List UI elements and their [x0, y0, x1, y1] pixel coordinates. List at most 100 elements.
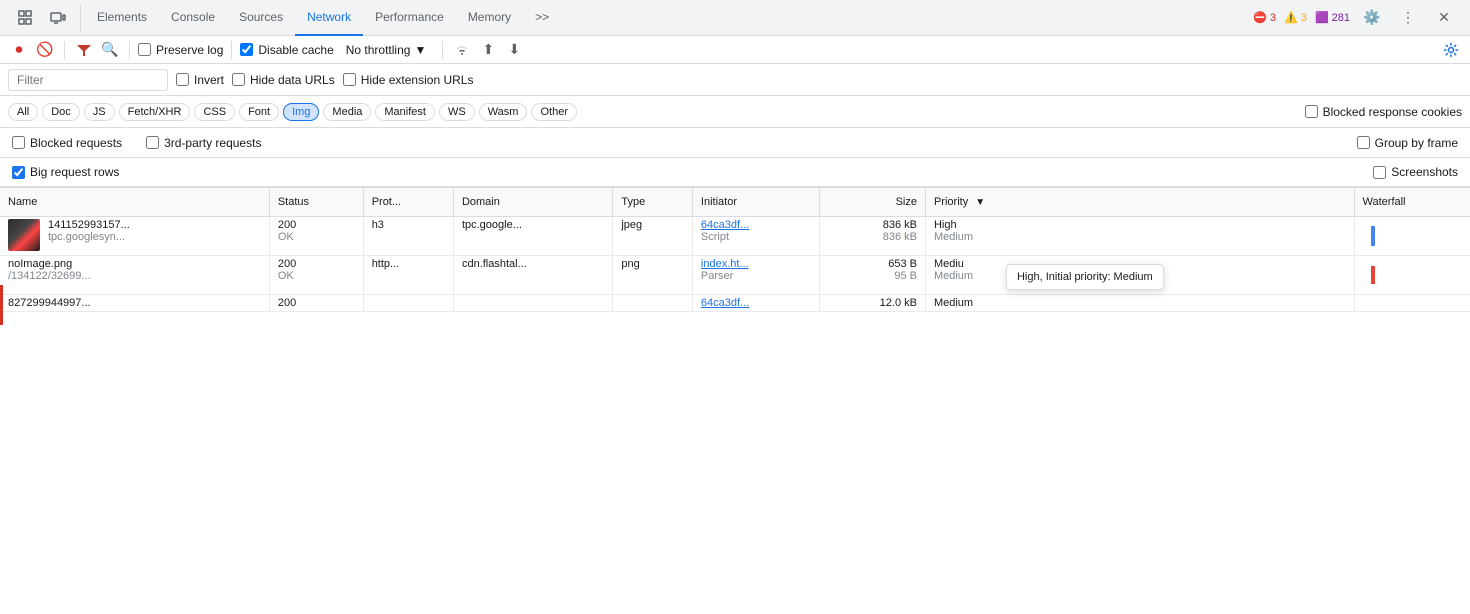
name-main: 141152993157... — [48, 219, 130, 231]
download-icon[interactable]: ⬇ — [503, 39, 525, 61]
big-request-rows-checkbox[interactable]: Big request rows — [12, 165, 119, 179]
table-row[interactable]: noImage.png/134122/32699...200OKhttp...c… — [0, 255, 1470, 294]
throttle-dropdown-icon: ▼ — [414, 43, 426, 57]
tab-console[interactable]: Console — [159, 0, 227, 36]
col-status[interactable]: Status — [269, 188, 363, 216]
type-cell-0: jpeg — [613, 216, 693, 255]
domain-value: cdn.flashtal... — [462, 258, 527, 270]
name-cell-0: 141152993157...tpc.googlesyn... — [0, 216, 269, 255]
size-sub: 836 kB — [828, 231, 917, 243]
inspect-icon[interactable] — [12, 4, 40, 32]
col-domain[interactable]: Domain — [453, 188, 612, 216]
col-name[interactable]: Name — [0, 188, 269, 216]
tab-bar: Elements Console Sources Network Perform… — [0, 0, 1470, 36]
invert-input[interactable] — [176, 73, 189, 86]
tab-network[interactable]: Network — [295, 0, 363, 36]
status-code: 200 — [278, 258, 355, 270]
settings-gear-icon[interactable] — [1440, 39, 1462, 61]
filter-btn-fetchxhr[interactable]: Fetch/XHR — [119, 103, 191, 121]
tab-more[interactable]: >> — [523, 0, 561, 36]
waterfall-cell-2 — [1354, 294, 1470, 311]
size-cell-2: 12.0 kB — [820, 294, 926, 311]
filter-btn-doc[interactable]: Doc — [42, 103, 80, 121]
col-priority[interactable]: Priority ▼ — [925, 188, 1354, 216]
invert-checkbox[interactable]: Invert — [176, 73, 224, 87]
initiator-link[interactable]: 64ca3df... — [701, 297, 811, 309]
search-button[interactable]: 🔍 — [99, 39, 121, 61]
blocked-cookies-input[interactable] — [1305, 105, 1318, 118]
clear-button[interactable]: 🚫 — [34, 39, 56, 61]
table-row[interactable]: 827299944997...20064ca3df...12.0 kBMediu… — [0, 294, 1470, 311]
blocked-requests-checkbox[interactable]: Blocked requests — [12, 136, 122, 150]
hide-data-urls-input[interactable] — [232, 73, 245, 86]
hide-ext-urls-checkbox[interactable]: Hide extension URLs — [343, 73, 474, 87]
name-main: 827299944997... — [8, 297, 91, 309]
hide-data-urls-checkbox[interactable]: Hide data URLs — [232, 73, 335, 87]
tab-performance[interactable]: Performance — [363, 0, 456, 36]
initiator-link[interactable]: 64ca3df... — [701, 219, 811, 231]
disable-cache-input[interactable] — [240, 43, 253, 56]
table-header-row: Name Status Prot... Domain Type Initiato… — [0, 188, 1470, 216]
initiator-link[interactable]: index.ht... — [701, 258, 811, 270]
tab-sources[interactable]: Sources — [227, 0, 295, 36]
tab-bar-right: ⛔ 3 ⚠️ 3 🟪 281 ⚙️ ⋮ ✕ — [1253, 4, 1466, 32]
error-red-icon: ⛔ — [1253, 11, 1267, 24]
options-row-2: Big request rows Screenshots — [0, 158, 1470, 188]
big-request-rows-input[interactable] — [12, 166, 25, 179]
tab-elements[interactable]: Elements — [85, 0, 159, 36]
col-initiator[interactable]: Initiator — [692, 188, 819, 216]
domain-cell-2 — [453, 294, 612, 311]
filter-btn-font[interactable]: Font — [239, 103, 279, 121]
blocked-requests-input[interactable] — [12, 136, 25, 149]
col-type[interactable]: Type — [613, 188, 693, 216]
throttle-select[interactable]: No throttling ▼ — [338, 41, 435, 59]
filter-btn-other[interactable]: Other — [531, 103, 577, 121]
waterfall-cell-0 — [1354, 216, 1470, 255]
table-row[interactable]: 141152993157...tpc.googlesyn...200OKh3tp… — [0, 216, 1470, 255]
settings-icon[interactable]: ⚙️ — [1358, 4, 1386, 32]
filter-btn-wasm[interactable]: Wasm — [479, 103, 528, 121]
initiator-cell-1[interactable]: index.ht...Parser — [692, 255, 819, 294]
filter-btn-all[interactable]: All — [8, 103, 38, 121]
filter-btn-manifest[interactable]: Manifest — [375, 103, 435, 121]
preserve-log-input[interactable] — [138, 43, 151, 56]
filter-icon-button[interactable] — [73, 39, 95, 61]
domain-value: tpc.google... — [462, 219, 522, 231]
filter-btn-img[interactable]: Img — [283, 103, 319, 121]
filter-btn-media[interactable]: Media — [323, 103, 371, 121]
priority-tooltip: High, Initial priority: Medium — [1006, 264, 1164, 290]
protocol-cell-1: http... — [363, 255, 453, 294]
screenshots-checkbox[interactable]: Screenshots — [1373, 165, 1458, 179]
status-text: OK — [278, 270, 355, 282]
screenshots-input[interactable] — [1373, 166, 1386, 179]
filter-btn-css[interactable]: CSS — [194, 103, 235, 121]
more-options-icon[interactable]: ⋮ — [1394, 4, 1422, 32]
close-icon[interactable]: ✕ — [1430, 4, 1458, 32]
device-icon[interactable] — [44, 4, 72, 32]
col-waterfall[interactable]: Waterfall — [1354, 188, 1470, 216]
waterfall-bar-fill — [1371, 266, 1375, 284]
wifi-icon[interactable] — [451, 39, 473, 61]
tab-memory[interactable]: Memory — [456, 0, 523, 36]
disable-cache-checkbox[interactable]: Disable cache — [240, 43, 333, 57]
devtools-icons — [4, 4, 81, 32]
col-size[interactable]: Size — [820, 188, 926, 216]
hide-ext-urls-input[interactable] — [343, 73, 356, 86]
stop-recording-button[interactable]: ⏺ — [8, 39, 30, 61]
group-by-frame-checkbox[interactable]: Group by frame — [1357, 136, 1458, 150]
priority-sort-arrow: ▼ — [975, 197, 985, 208]
filter-input[interactable] — [8, 69, 168, 91]
upload-icon[interactable]: ⬆ — [477, 39, 499, 61]
col-protocol[interactable]: Prot... — [363, 188, 453, 216]
blocked-cookies-label: Blocked response cookies — [1305, 105, 1462, 119]
initiator-cell-2[interactable]: 64ca3df... — [692, 294, 819, 311]
status-cell-2: 200 — [269, 294, 363, 311]
filter-btn-js[interactable]: JS — [84, 103, 115, 121]
preserve-log-checkbox[interactable]: Preserve log — [138, 43, 223, 57]
waterfall-bar — [1363, 219, 1462, 253]
group-by-frame-input[interactable] — [1357, 136, 1370, 149]
filter-btn-ws[interactable]: WS — [439, 103, 475, 121]
initiator-cell-0[interactable]: 64ca3df...Script — [692, 216, 819, 255]
third-party-input[interactable] — [146, 136, 159, 149]
third-party-checkbox[interactable]: 3rd-party requests — [146, 136, 261, 150]
